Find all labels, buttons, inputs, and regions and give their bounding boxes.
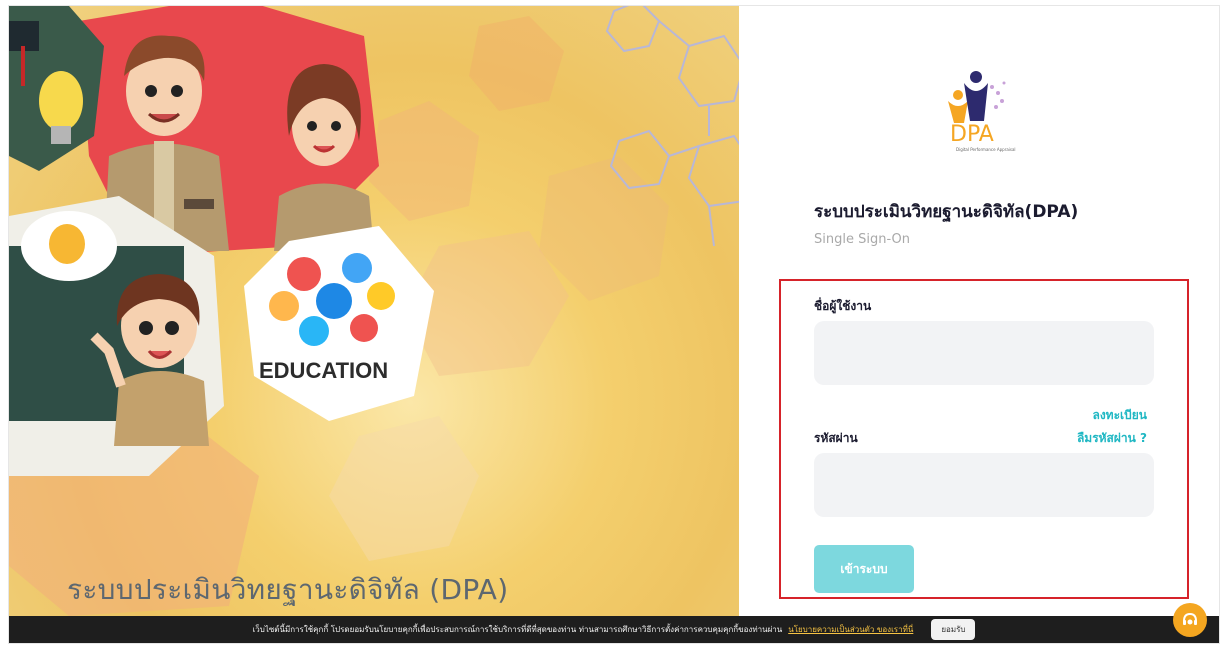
hero-illustration: EDUCATION ระบบประเมินวิทยฐานะดิจิทัล (DP… [9,6,739,616]
login-form: ชื่อผู้ใช้งาน ลงทะเบียน รหัสผ่าน ลืมรหัส… [779,279,1189,599]
logo-text: DPA [950,122,994,147]
privacy-policy-link[interactable]: นโยบายความเป็นส่วนตัว ของเราที่นี่ [788,623,913,636]
accept-cookie-button[interactable]: ยอมรับ [931,619,976,640]
login-page: EDUCATION ระบบประเมินวิทยฐานะดิจิทัล (DP… [8,5,1220,644]
hero-artwork [9,6,739,616]
system-subtitle: Single Sign-On [814,232,910,247]
cookie-message: เว็บไซต์นี้มีการใช้คุกกี้ โปรดยอมรับนโยบ… [252,625,783,634]
register-link[interactable]: ลงทะเบียน [1092,406,1147,425]
password-label: รหัสผ่าน [814,431,858,445]
education-badge-text: EDUCATION [259,358,389,383]
cookie-consent-bar: เว็บไซต์นี้มีการใช้คุกกี้ โปรดยอมรับนโยบ… [9,616,1219,643]
password-input[interactable] [814,453,1154,517]
username-input[interactable] [814,321,1154,385]
login-panel: DPA Digital Performance Appraisal ระบบปร… [739,6,1219,616]
system-title: ระบบประเมินวิทยฐานะดิจิทัล(DPA) [814,202,1079,222]
login-button[interactable]: เข้าระบบ [814,545,914,593]
svg-text:Digital Performance Appraisal: Digital Performance Appraisal [956,147,1016,152]
dpa-logo-icon: DPA Digital Performance Appraisal [948,71,1016,152]
hero-title: ระบบประเมินวิทยฐานะดิจิทัล (DPA) [67,573,509,606]
support-headset-icon[interactable] [1173,603,1207,637]
username-label: ชื่อผู้ใช้งาน [814,299,872,313]
forgot-password-link[interactable]: ลืมรหัสผ่าน ? [1077,429,1147,448]
